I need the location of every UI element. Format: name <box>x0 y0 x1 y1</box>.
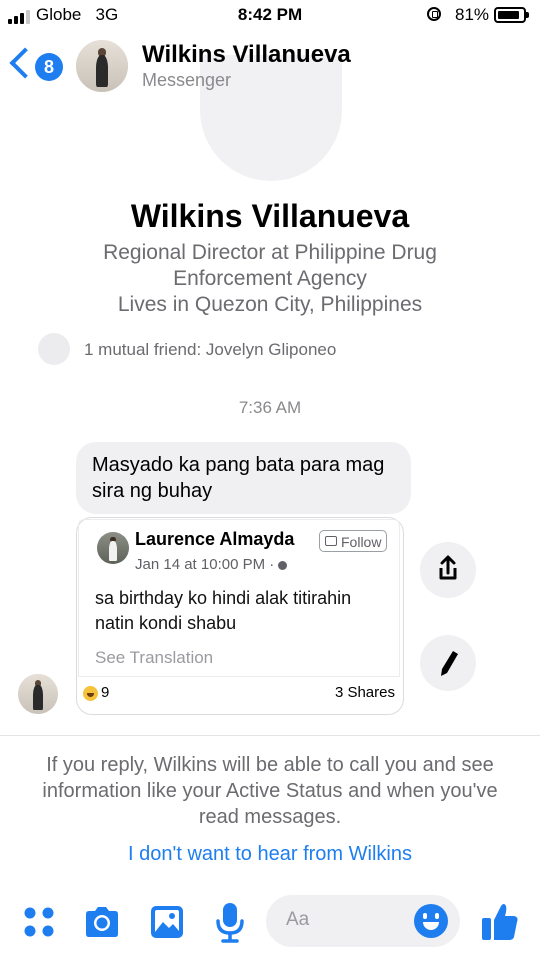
post-date: Jan 14 at 10:00 PM · <box>135 556 288 573</box>
gallery-icon[interactable] <box>148 903 186 941</box>
header-contact-name[interactable]: Wilkins Villanueva <box>142 41 351 69</box>
shared-post-body: Laurence Almayda Jan 14 at 10:00 PM · Fo… <box>78 519 400 677</box>
post-author-avatar[interactable] <box>97 532 129 564</box>
profile-work-line: Enforcement Agency <box>173 267 367 290</box>
profile-location-line: Lives in Quezon City, Philippines <box>117 293 423 316</box>
battery-percent: 81% <box>455 5 490 24</box>
emoji-icon[interactable] <box>414 904 448 938</box>
message-input[interactable]: Aa <box>266 895 460 947</box>
edit-button[interactable] <box>420 635 476 691</box>
reaction-count[interactable]: 9 <box>101 684 109 701</box>
sender-avatar[interactable] <box>18 674 58 714</box>
back-unread-badge[interactable]: 8 <box>35 53 63 81</box>
profile-name: Wilkins Villanueva <box>130 198 410 234</box>
follow-button[interactable]: Follow <box>319 530 388 552</box>
post-author-name[interactable]: Laurence Almayda <box>135 529 294 550</box>
ignore-contact-link[interactable]: I don't want to hear from Wilkins <box>0 843 540 866</box>
header-avatar[interactable] <box>76 40 128 92</box>
mutual-friend-avatar <box>38 333 70 365</box>
rotation-lock-icon <box>427 7 441 21</box>
shares-count[interactable]: 3 Shares <box>335 684 395 701</box>
see-translation-link[interactable]: See Translation <box>95 648 213 668</box>
message-input-placeholder: Aa <box>286 909 310 930</box>
post-text: sa birthday ko hindi alak titirahin nati… <box>95 588 352 633</box>
message-timestamp: 7:36 AM <box>238 398 302 417</box>
divider <box>0 735 540 736</box>
mutual-friends-text[interactable]: 1 mutual friend: Jovelyn Gliponeo <box>84 340 336 360</box>
pencil-icon <box>441 651 458 676</box>
follow-icon <box>325 536 337 546</box>
shared-post-card[interactable]: Laurence Almayda Jan 14 at 10:00 PM · Fo… <box>76 517 404 715</box>
share-button[interactable] <box>420 542 476 598</box>
status-bar: Globe 3G 8:42 PM 81% <box>0 0 540 32</box>
message-bubble[interactable]: Masyado ka pang bata para mag sira ng bu… <box>76 442 411 514</box>
camera-icon[interactable] <box>82 903 122 941</box>
microphone-icon[interactable] <box>214 901 246 943</box>
haha-reaction-icon <box>83 686 98 701</box>
battery-icon <box>494 7 529 23</box>
reply-notice: If you reply, Wilkins will be able to ca… <box>42 754 498 828</box>
apps-icon[interactable] <box>22 905 56 939</box>
header-subtitle: Messenger <box>142 70 232 90</box>
profile-work-line: Regional Director at Philippine Drug <box>103 241 437 264</box>
share-icon <box>439 555 457 580</box>
globe-icon <box>278 560 288 570</box>
follow-label: Follow <box>341 534 382 550</box>
like-icon[interactable] <box>480 900 520 942</box>
